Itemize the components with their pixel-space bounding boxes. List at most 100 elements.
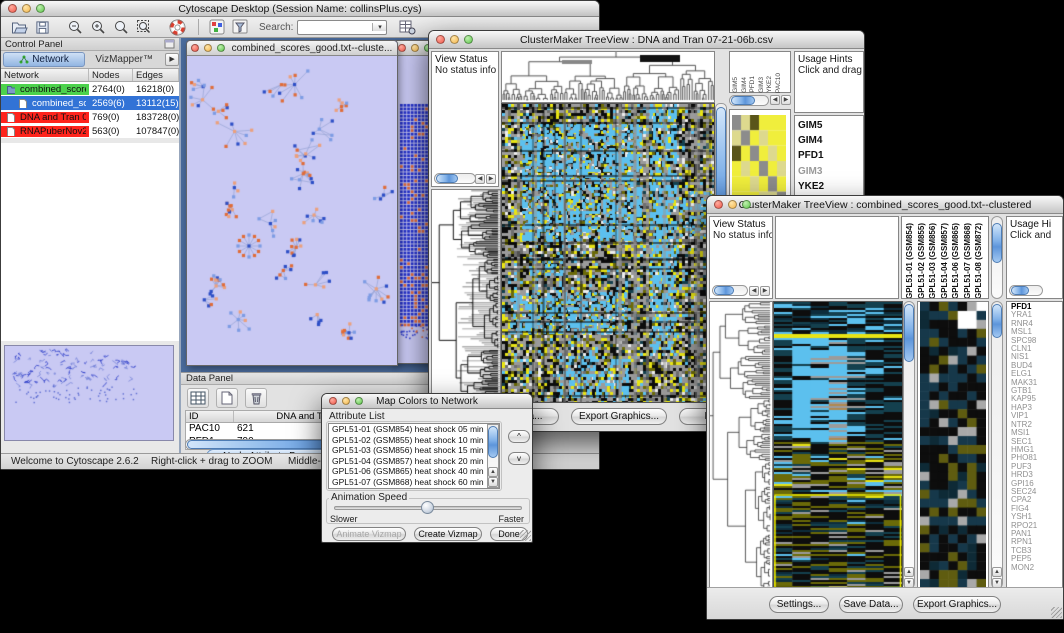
zoom-out-icon[interactable] — [65, 18, 85, 36]
col-edges[interactable]: Edges — [133, 69, 179, 81]
minimize-button[interactable] — [22, 4, 31, 13]
frame-minimize-button[interactable] — [411, 44, 419, 52]
move-up-button[interactable]: ^ — [508, 430, 530, 443]
attribute-item[interactable]: GPL51-02 (GSM855) heat shock 10 min — [329, 435, 499, 446]
vizmap-node-icon[interactable] — [207, 18, 227, 36]
move-down-button[interactable]: v — [508, 452, 530, 465]
scroll-thumb[interactable] — [992, 304, 1002, 338]
help-lifesaver-icon[interactable] — [167, 18, 187, 36]
create-vizmap-button[interactable]: Create Vizmap — [414, 527, 482, 541]
scroll-thumb[interactable] — [1011, 286, 1029, 295]
dialog-titlebar[interactable]: Map Colors to Network — [322, 394, 532, 409]
attribute-listbox[interactable]: GPL51-01 (GSM854) heat shock 05 minGPL51… — [328, 423, 500, 489]
close-button[interactable] — [714, 200, 723, 209]
zoom-window-button[interactable] — [464, 35, 473, 44]
resize-grip[interactable] — [1051, 607, 1062, 618]
close-button[interactable] — [8, 4, 17, 13]
zoom-fit-icon[interactable] — [134, 18, 154, 36]
col-id[interactable]: ID — [186, 411, 234, 422]
attribute-item[interactable]: GPL51-03 (GSM856) heat shock 15 min — [329, 445, 499, 456]
treeview-dna-titlebar[interactable]: ClusterMaker TreeView : DNA and Tran 07-… — [429, 31, 864, 49]
heatmap-canvas[interactable] — [773, 301, 903, 591]
scroll-up-icon[interactable]: ▲ — [904, 567, 914, 577]
zoom-selected-icon[interactable] — [111, 18, 131, 36]
scroll-thumb[interactable] — [904, 304, 914, 362]
labels-vscrollbar[interactable] — [991, 216, 1003, 299]
search-input[interactable] — [298, 22, 372, 33]
open-file-button[interactable] — [9, 18, 29, 36]
float-panel-icon[interactable] — [164, 39, 175, 49]
network-view-canvas[interactable] — [187, 56, 397, 365]
tab-overflow-arrow-icon[interactable]: ▶ — [165, 53, 179, 66]
mini-heatmap-canvas[interactable] — [732, 115, 786, 207]
scroll-down-icon[interactable]: ▼ — [488, 477, 498, 487]
gene-label[interactable]: MON2 — [1011, 564, 1062, 572]
scroll-left-icon[interactable]: ◀ — [770, 95, 780, 105]
gene-label[interactable]: GIM4 — [798, 133, 863, 148]
network-view-titlebar[interactable]: combined_scores_good.txt--cluste... — [187, 41, 397, 56]
network-tree-row[interactable]: RNAPuberNov2+! 563(0) 107847(0) — [1, 124, 179, 138]
close-button[interactable] — [436, 35, 445, 44]
mini-hscrollbar[interactable] — [729, 95, 769, 106]
usage-hscrollbar[interactable] — [1009, 285, 1043, 296]
col-network[interactable]: Network — [1, 69, 89, 81]
gene-label[interactable]: PFD1 — [798, 148, 863, 163]
minimize-button[interactable] — [450, 35, 459, 44]
minimize-button[interactable] — [728, 200, 737, 209]
scroll-thumb[interactable] — [731, 96, 755, 105]
scroll-up-icon[interactable]: ▲ — [488, 467, 498, 477]
view-status-hscrollbar[interactable] — [434, 173, 476, 184]
network-tree-row[interactable]: combined_sco 2569(6) 13112(15) — [1, 96, 179, 110]
attribute-list-vscrollbar[interactable]: ▲ ▼ — [487, 424, 499, 488]
slider-thumb[interactable] — [421, 501, 434, 514]
view-status-hscrollbar[interactable] — [712, 285, 748, 296]
attribute-item[interactable]: GPL51-06 (GSM865) heat shock 40 min — [329, 466, 499, 477]
scroll-left-icon[interactable]: ◀ — [475, 174, 485, 184]
cytoscape-titlebar[interactable]: Cytoscape Desktop (Session Name: collins… — [1, 1, 599, 17]
minimize-button[interactable] — [342, 397, 350, 405]
zoom-window-button[interactable] — [36, 4, 45, 13]
search-dropdown-icon[interactable]: ▾ — [372, 23, 386, 31]
tab-vizmapper[interactable]: VizMapper™ — [85, 54, 163, 65]
scroll-thumb[interactable] — [436, 174, 458, 183]
zoom-in-icon[interactable] — [88, 18, 108, 36]
frame-close-button[interactable] — [398, 44, 406, 52]
zoom-window-button[interactable] — [742, 200, 751, 209]
scroll-thumb[interactable] — [714, 286, 734, 295]
attribute-item[interactable]: GPL51-07 (GSM868) heat shock 60 min — [329, 477, 499, 488]
new-attribute-icon[interactable] — [216, 388, 238, 408]
birdseye-network-canvas[interactable] — [5, 346, 171, 436]
delete-attribute-icon[interactable] — [245, 388, 267, 408]
col-nodes[interactable]: Nodes — [89, 69, 133, 81]
resize-grip[interactable] — [520, 530, 531, 541]
attribute-item[interactable]: GPL51-04 (GSM857) heat shock 20 min — [329, 456, 499, 467]
scroll-thumb[interactable] — [992, 223, 1002, 263]
scroll-thumb[interactable] — [488, 426, 498, 458]
gene-label[interactable]: YKE2 — [798, 179, 863, 194]
frame-minimize-button[interactable] — [204, 44, 212, 52]
row-dendrogram-canvas[interactable] — [709, 301, 773, 591]
scroll-right-icon[interactable]: ▶ — [781, 95, 791, 105]
scroll-right-icon[interactable]: ▶ — [760, 286, 770, 296]
animate-vizmap-button[interactable]: Animate Vizmap — [332, 527, 406, 541]
gene-label[interactable]: GIM3 — [798, 164, 863, 179]
attribute-table-icon[interactable] — [187, 388, 209, 408]
tab-network[interactable]: Network — [3, 52, 85, 67]
filter-icon[interactable] — [230, 18, 250, 36]
attribute-item[interactable]: GPL51-01 (GSM854) heat shock 05 min — [329, 424, 499, 435]
table-settings-icon[interactable] — [397, 18, 417, 36]
network-view-frame[interactable]: combined_scores_good.txt--cluste... — [186, 40, 398, 366]
column-dendrogram-panel[interactable] — [775, 216, 899, 299]
heatmap-vscrollbar[interactable]: ▲ ▼ — [903, 301, 915, 589]
gene-label[interactable]: GIM5 — [798, 118, 863, 133]
treeview-combined-titlebar[interactable]: ClusterMaker TreeView : combined_scores_… — [707, 196, 1063, 214]
birdseye-view-panel[interactable] — [4, 345, 174, 441]
network-tree-row[interactable]: combined_scores 2764(0) 16218(0) — [1, 82, 179, 96]
zoom-heatmap-canvas[interactable] — [920, 302, 986, 588]
scroll-left-icon[interactable]: ◀ — [749, 286, 759, 296]
scroll-up-icon[interactable]: ▲ — [992, 567, 1002, 577]
heatmap-canvas[interactable] — [501, 103, 715, 403]
settings-button[interactable]: Settings... — [769, 596, 829, 613]
save-data-button[interactable]: Save Data... — [839, 596, 903, 613]
scroll-right-icon[interactable]: ▶ — [486, 174, 496, 184]
